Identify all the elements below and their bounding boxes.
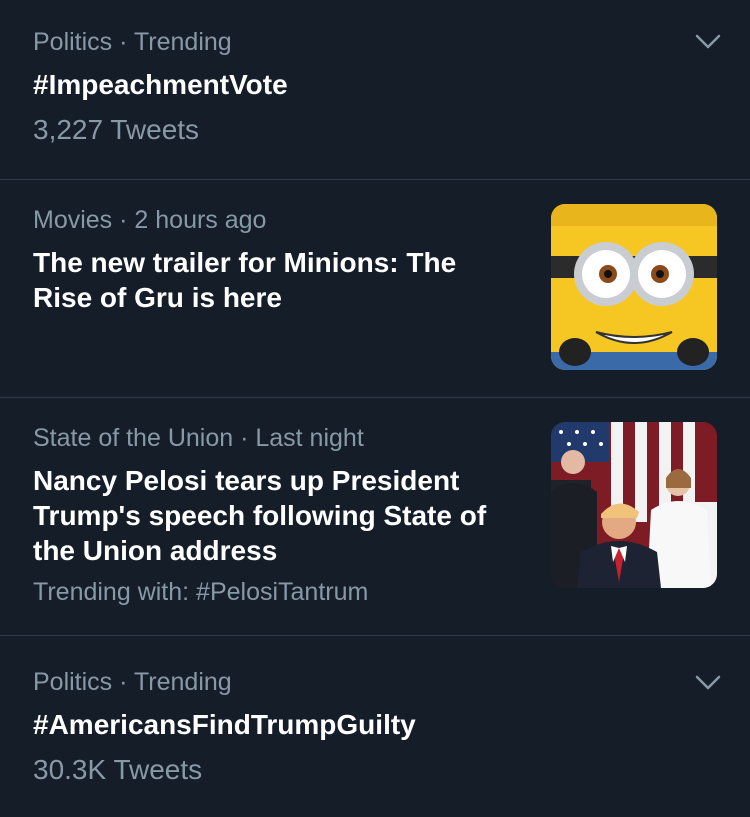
minion-image [551,204,717,370]
trend-meta: Politics · Trending [33,28,232,57]
trend-title: Nancy Pelosi tears up President Trump's … [33,463,486,568]
trend-context: Trending [133,28,232,56]
meta-separator: · [112,206,135,234]
tweet-count: 3,227 Tweets [33,114,200,145]
trend-meta: Movies · 2 hours ago [33,206,266,235]
meta-separator: · [112,28,134,56]
chevron-down-icon[interactable] [694,674,722,692]
trend-context: Trending [133,668,232,696]
trend-meta: State of the Union · Last night [33,424,364,453]
trend-context: 2 hours ago [134,206,267,234]
trend-item-state-of-union[interactable]: State of the Union · Last night Nancy Pe… [0,398,750,636]
meta-separator: · [233,424,256,452]
trend-title-line: Nancy Pelosi tears up President [33,465,460,496]
state-of-union-thumbnail[interactable] [551,422,717,588]
trend-category: State of the Union [33,424,234,452]
trend-title-line: the Union address [33,535,278,566]
trend-item-americans-find-trump-guilty[interactable]: Politics · Trending #AmericansFindTrumpG… [0,636,750,817]
trend-item-minions-trailer[interactable]: Movies · 2 hours ago The new trailer for… [0,180,750,398]
trend-category: Politics [33,668,113,696]
trend-context: Last night [255,424,364,452]
minion-thumbnail[interactable] [551,204,717,370]
trend-item-impeachment-vote[interactable]: Politics · Trending #ImpeachmentVote 3,2… [0,0,750,180]
trending-with[interactable]: Trending with: #PelosiTantrum [33,578,368,607]
trend-title-line: Trump's speech following State of [33,500,487,531]
trend-title: #AmericansFindTrumpGuilty [33,709,416,740]
trend-category: Politics [33,28,113,56]
trend-title: The new trailer for Minions: The Rise of… [33,245,456,315]
trend-title: #ImpeachmentVote [33,69,288,100]
trend-meta: Politics · Trending [33,668,232,697]
trend-title-line: Rise of Gru is here [33,282,282,313]
tweet-count: 30.3K Tweets [33,754,203,785]
chevron-down-icon[interactable] [694,33,722,51]
state-of-union-image [551,422,717,588]
meta-separator: · [112,668,134,696]
trend-category: Movies [33,206,113,234]
trend-title-line: The new trailer for Minions: The [33,247,457,278]
